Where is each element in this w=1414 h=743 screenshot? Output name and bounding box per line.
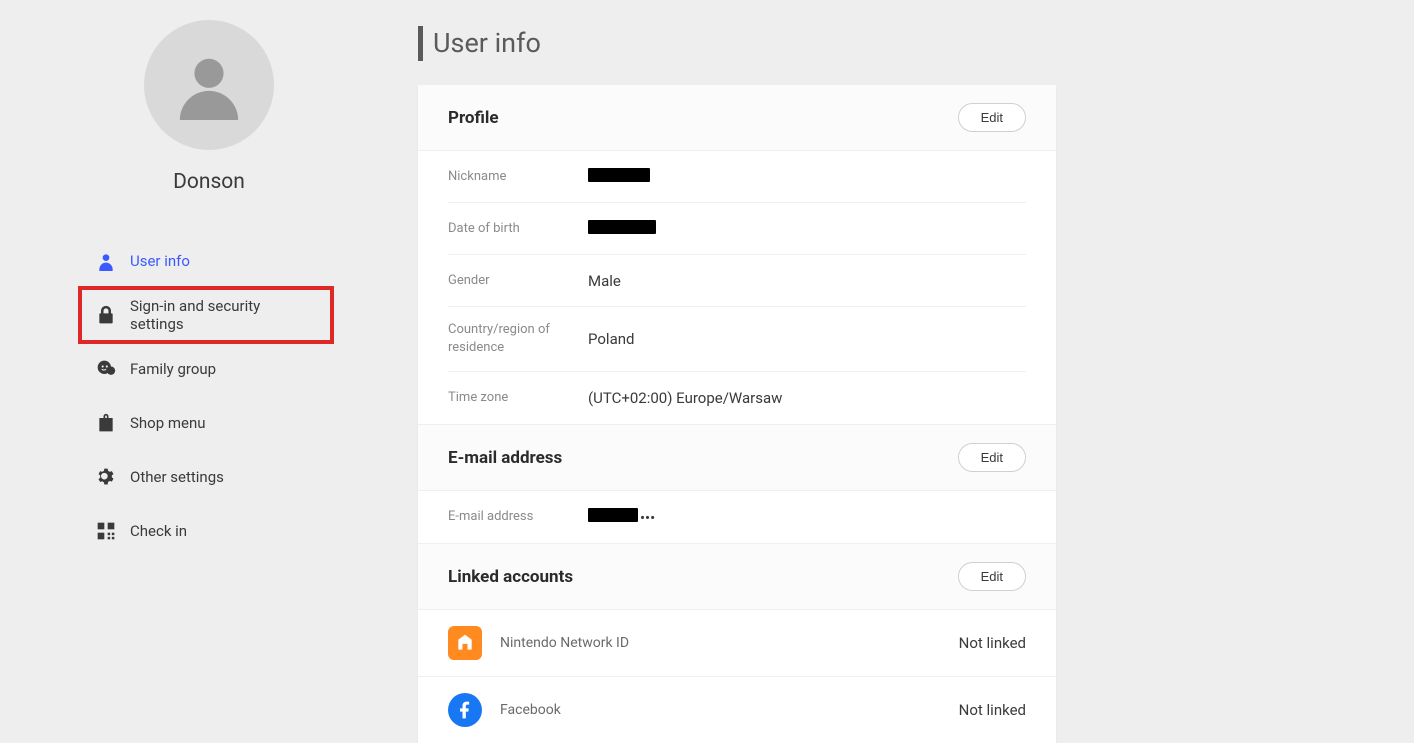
- nav-label: Check in: [130, 522, 187, 540]
- value-country: Poland: [588, 330, 1026, 348]
- linked-status: Not linked: [959, 701, 1026, 719]
- value-nickname: [588, 168, 1026, 186]
- nintendo-icon: [448, 626, 482, 660]
- linked-name: Facebook: [500, 702, 959, 718]
- username: Donson: [173, 170, 245, 194]
- nav-user-info[interactable]: User info: [80, 234, 418, 288]
- email-header: E-mail address Edit: [418, 424, 1056, 491]
- main: User info Profile Edit Nickname Date of …: [418, 0, 1414, 728]
- sidebar: Donson User info Sign-in and security se…: [0, 0, 418, 728]
- value-gender: Male: [588, 272, 1026, 290]
- linked-name: Nintendo Network ID: [500, 635, 959, 651]
- value-timezone: (UTC+02:00) Europe/Warsaw: [588, 389, 1026, 407]
- nav-label: Shop menu: [130, 414, 206, 432]
- email-title: E-mail address: [448, 448, 562, 468]
- page-title: User info: [418, 26, 1414, 61]
- label-timezone: Time zone: [448, 389, 588, 407]
- nav: User info Sign-in and security settings …: [0, 234, 418, 558]
- content: Profile Edit Nickname Date of birth Gend…: [418, 85, 1056, 743]
- linked-title: Linked accounts: [448, 567, 573, 587]
- row-dob: Date of birth: [448, 203, 1026, 255]
- nav-other[interactable]: Other settings: [80, 450, 418, 504]
- label-nickname: Nickname: [448, 168, 588, 186]
- value-email: •••: [588, 508, 1026, 527]
- edit-email-button[interactable]: Edit: [958, 443, 1026, 472]
- label-email: E-mail address: [448, 508, 588, 526]
- avatar[interactable]: [144, 20, 274, 150]
- qr-icon: [96, 521, 116, 541]
- email-suffix: •••: [640, 509, 655, 527]
- row-country: Country/region of residence Poland: [448, 307, 1026, 372]
- family-icon: [96, 359, 116, 379]
- nav-label: Sign-in and security settings: [130, 297, 316, 333]
- shop-icon: [96, 413, 116, 433]
- person-icon: [96, 251, 116, 271]
- redacted-nickname: [588, 168, 650, 182]
- nav-label: User info: [130, 252, 190, 270]
- nav-checkin[interactable]: Check in: [80, 504, 418, 558]
- lock-icon: [96, 305, 116, 325]
- linked-header: Linked accounts Edit: [418, 543, 1056, 610]
- linked-nintendo: Nintendo Network ID Not linked: [418, 610, 1056, 677]
- nav-family[interactable]: Family group: [80, 342, 418, 396]
- row-nickname: Nickname: [448, 151, 1026, 203]
- row-email: E-mail address •••: [448, 491, 1026, 543]
- nav-shop[interactable]: Shop menu: [80, 396, 418, 450]
- edit-linked-button[interactable]: Edit: [958, 562, 1026, 591]
- profile-header: Profile Edit: [418, 85, 1056, 151]
- label-gender: Gender: [448, 272, 588, 290]
- linked-status: Not linked: [959, 634, 1026, 652]
- nav-security[interactable]: Sign-in and security settings: [80, 288, 332, 342]
- redacted-email: [588, 508, 638, 522]
- nav-label: Family group: [130, 360, 216, 378]
- label-country: Country/region of residence: [448, 321, 588, 357]
- redacted-dob: [588, 220, 656, 234]
- gear-icon: [96, 467, 116, 487]
- row-timezone: Time zone (UTC+02:00) Europe/Warsaw: [448, 372, 1026, 424]
- label-dob: Date of birth: [448, 220, 588, 238]
- facebook-icon: [448, 693, 482, 727]
- linked-facebook: Facebook Not linked: [418, 677, 1056, 743]
- profile-title: Profile: [448, 108, 499, 128]
- value-dob: [588, 220, 1026, 238]
- nav-label: Other settings: [130, 468, 224, 486]
- edit-profile-button[interactable]: Edit: [958, 103, 1026, 132]
- person-icon: [174, 50, 244, 120]
- row-gender: Gender Male: [448, 255, 1026, 307]
